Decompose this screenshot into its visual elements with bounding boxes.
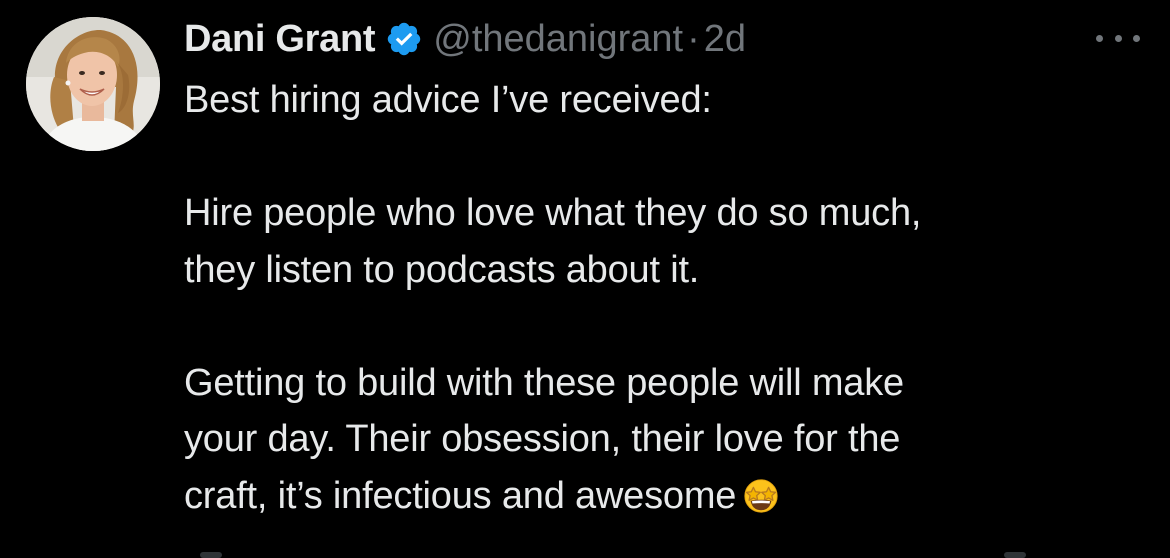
avatar[interactable]	[26, 17, 160, 151]
more-options-icon[interactable]	[1096, 26, 1140, 50]
tweet-text: Best hiring advice I’ve received: Hire p…	[184, 72, 1144, 524]
author-display-name[interactable]: Dani Grant	[184, 18, 376, 61]
reply-icon[interactable]	[200, 552, 222, 558]
more-dot	[1133, 34, 1140, 42]
tweet[interactable]: Dani Grant @thedanigrant · 2d Best hirin…	[0, 0, 1170, 558]
more-dot	[1096, 34, 1103, 42]
tweet-text-line: Hire people who love what they do so muc…	[184, 192, 922, 234]
author-handle[interactable]: @thedanigrant	[433, 18, 683, 61]
more-dot	[1114, 34, 1122, 42]
star-struck-emoji-icon	[742, 474, 780, 513]
tweet-text-line: they listen to podcasts about it.	[184, 248, 700, 291]
tweet-header: Dani Grant @thedanigrant · 2d	[184, 14, 746, 64]
verified-badge-icon[interactable]	[385, 20, 423, 58]
avatar-image	[26, 17, 160, 151]
separator-dot: ·	[687, 17, 700, 60]
tweet-text-line: Getting to build with these people will …	[184, 361, 904, 404]
tweet-text-line: craft, it’s infectious and awesome	[184, 474, 737, 517]
action-bar-partial	[184, 548, 1144, 558]
tweet-text-line-last: craft, it’s infectious and awesome	[184, 468, 1144, 525]
tweet-text-line: Best hiring advice I’ve received:	[184, 79, 712, 121]
tweet-text-line: your day. Their obsession, their love fo…	[184, 418, 901, 460]
share-icon[interactable]	[1004, 552, 1026, 558]
timestamp[interactable]: 2d	[704, 18, 746, 61]
